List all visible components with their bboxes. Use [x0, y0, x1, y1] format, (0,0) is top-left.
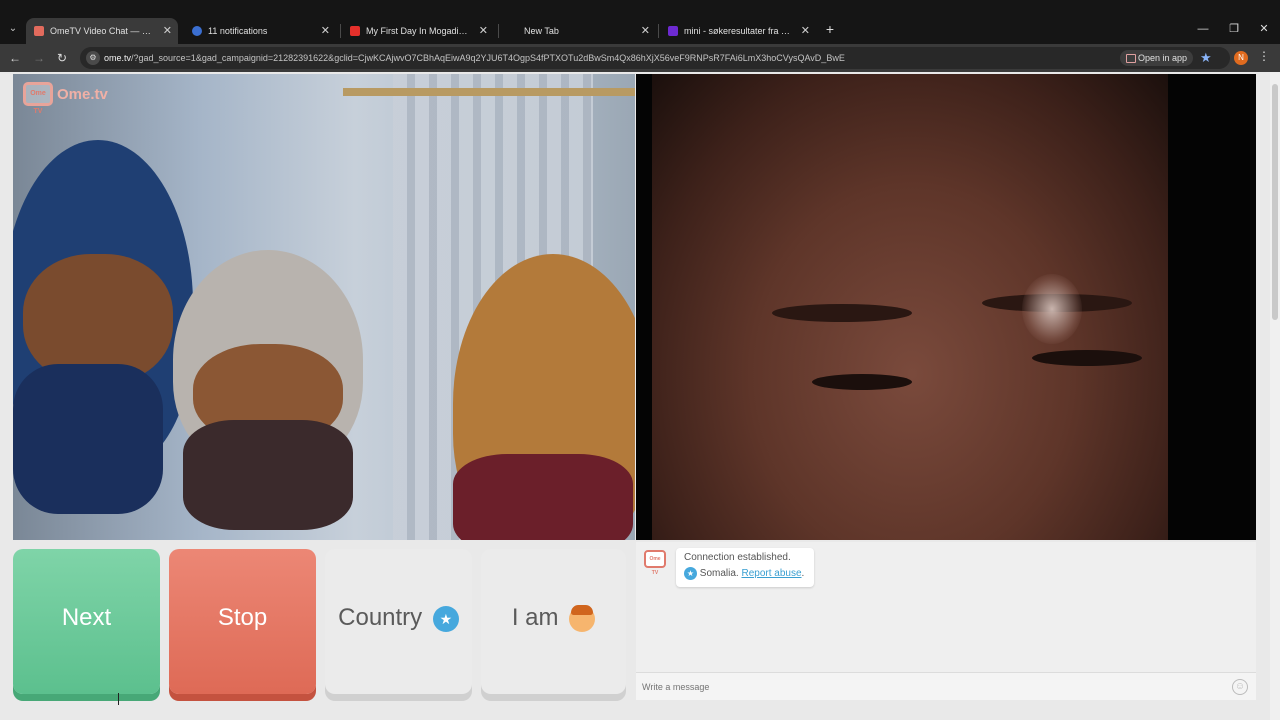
- report-abuse-link[interactable]: Report abuse: [741, 568, 801, 579]
- reload-icon[interactable]: ↻: [53, 49, 71, 67]
- chat-panel: Ome TV Connection established. ★ Somalia…: [636, 542, 1256, 700]
- ometv-favicon-icon: [34, 26, 44, 36]
- eye-left: [812, 374, 912, 390]
- remote-person-face: [652, 74, 1168, 540]
- boy-emoji-icon: [569, 604, 596, 632]
- new-tab-plus-icon[interactable]: +: [822, 20, 838, 38]
- star-icon: ★: [684, 567, 697, 580]
- ometv-page: Ome TV Ome.tv Next Stop Country ★ I am O…: [0, 72, 1280, 720]
- browser-menu-icon[interactable]: ⋮: [1258, 49, 1270, 63]
- back-arrow-icon[interactable]: ←: [6, 49, 24, 67]
- remote-video: [636, 74, 1256, 540]
- profile-avatar[interactable]: N: [1234, 51, 1248, 65]
- notifications-favicon-icon: [192, 26, 202, 36]
- yahoo-favicon-icon: [668, 26, 678, 36]
- tab-notifications[interactable]: 11 notifications ✕: [184, 18, 336, 44]
- ometv-chat-avatar-icon: Ome TV: [644, 550, 666, 576]
- message-input[interactable]: [642, 678, 1212, 696]
- tab-divider: [498, 24, 499, 38]
- tab-search-icon[interactable]: ⌄: [4, 20, 22, 38]
- site-info-icon[interactable]: ⚙: [86, 51, 100, 65]
- curtain-rod: [343, 88, 635, 96]
- tab-close-icon[interactable]: ✕: [163, 18, 172, 44]
- eyebrow-left: [772, 304, 912, 322]
- person-right-scarf: [453, 454, 633, 540]
- star-icon: ★: [432, 605, 459, 632]
- eye-right: [1032, 350, 1142, 366]
- next-button[interactable]: Next: [13, 549, 160, 694]
- tab-yahoo[interactable]: mini - søkeresultater fra Yahoo ✕: [660, 18, 816, 44]
- minimize-icon[interactable]: —: [1195, 20, 1211, 38]
- tab-divider: [658, 24, 659, 38]
- mouse-cursor-icon: [118, 693, 126, 705]
- tab-youtube[interactable]: My First Day In Mogadishu And ✕: [342, 18, 494, 44]
- person-middle-mask: [183, 420, 353, 530]
- tab-ometv[interactable]: OmeTV Video Chat — Ome ✕: [26, 18, 178, 44]
- tab-close-icon[interactable]: ✕: [321, 18, 330, 44]
- youtube-favicon-icon: [350, 26, 360, 36]
- tab-close-icon[interactable]: ✕: [801, 18, 810, 44]
- scrollbar-thumb[interactable]: [1272, 84, 1278, 320]
- tab-bar: ⌄ OmeTV Video Chat — Ome ✕ 11 notificati…: [0, 0, 1280, 44]
- tab-close-icon[interactable]: ✕: [479, 18, 488, 44]
- open-in-app-button[interactable]: Open in app: [1120, 50, 1194, 66]
- forward-arrow-icon[interactable]: →: [30, 49, 48, 67]
- chat-input-bar: ☺: [636, 672, 1256, 700]
- country-line: ★ Somalia. Report abuse.: [684, 567, 806, 580]
- emoji-smile-icon[interactable]: ☺: [1232, 679, 1248, 695]
- i-am-button[interactable]: I am: [481, 549, 626, 694]
- url-text[interactable]: ome.tv/?gad_source=1&gad_campaignid=2128…: [104, 47, 1004, 69]
- address-bar[interactable]: ⚙ ome.tv/?gad_source=1&gad_campaignid=21…: [80, 47, 1230, 69]
- person-left-mask: [13, 364, 163, 514]
- local-video: [13, 74, 635, 540]
- window-close-icon[interactable]: ✕: [1256, 20, 1272, 38]
- tab-new-tab[interactable]: New Tab ✕: [500, 18, 656, 44]
- country-button[interactable]: Country ★: [325, 549, 472, 694]
- browser-toolbar: ← → ↻ ⚙ ome.tv/?gad_source=1&gad_campaig…: [0, 44, 1280, 72]
- light-glare: [1022, 274, 1082, 344]
- tab-divider: [340, 24, 341, 38]
- system-message: Connection established. ★ Somalia. Repor…: [676, 548, 814, 587]
- restore-icon[interactable]: ❐: [1226, 20, 1242, 38]
- tab-close-icon[interactable]: ✕: [641, 18, 650, 44]
- stop-button[interactable]: Stop: [169, 549, 316, 694]
- bookmark-star-icon[interactable]: ★: [1200, 49, 1212, 67]
